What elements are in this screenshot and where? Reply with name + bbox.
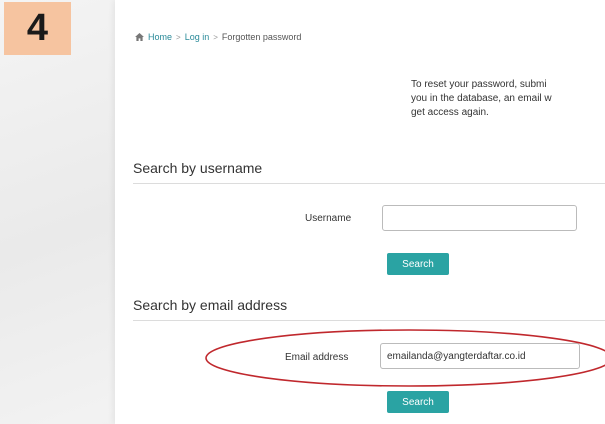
- username-section-title: Search by username: [133, 160, 263, 176]
- email-search-button[interactable]: Search: [387, 391, 449, 413]
- forgot-password-panel: Home > Log in > Forgotten password To re…: [115, 0, 605, 424]
- intro-line: get access again.: [411, 107, 489, 118]
- breadcrumb-login-link[interactable]: Log in: [185, 32, 210, 42]
- email-section-title: Search by email address: [133, 297, 288, 313]
- username-input[interactable]: [382, 205, 577, 231]
- email-label: Email address: [285, 352, 349, 363]
- intro-text: To reset your password, submi you in the…: [411, 78, 605, 120]
- email-input[interactable]: [380, 343, 580, 369]
- breadcrumb-home-link[interactable]: Home: [148, 32, 172, 42]
- username-search-button[interactable]: Search: [387, 253, 449, 275]
- breadcrumb-separator: >: [213, 32, 218, 42]
- breadcrumb: Home > Log in > Forgotten password: [135, 32, 301, 42]
- username-label: Username: [305, 213, 352, 224]
- breadcrumb-current: Forgotten password: [221, 32, 302, 42]
- section-divider: [133, 183, 605, 184]
- intro-line: To reset your password, submi: [411, 79, 547, 90]
- step-number-badge: 4: [4, 2, 71, 55]
- home-icon: [135, 33, 144, 41]
- breadcrumb-separator: >: [176, 32, 181, 42]
- section-divider: [133, 320, 605, 321]
- intro-line: you in the database, an email w: [411, 93, 552, 104]
